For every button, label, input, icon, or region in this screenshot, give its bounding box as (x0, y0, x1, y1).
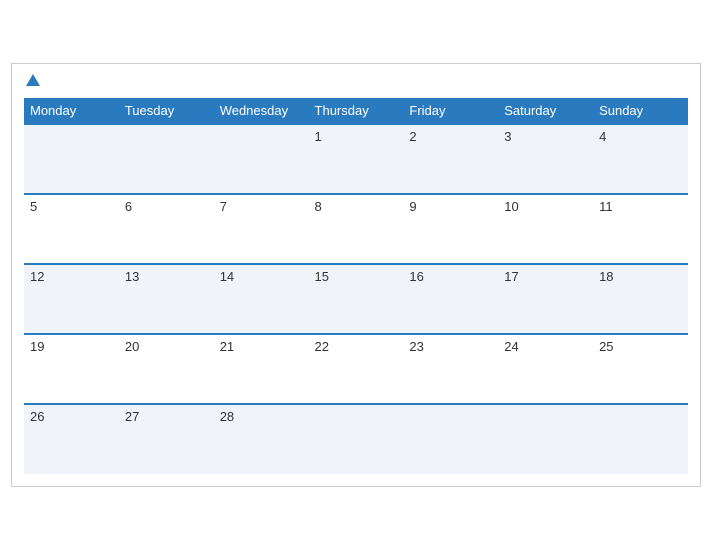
day-number: 2 (409, 129, 416, 144)
day-of-week-header: Thursday (309, 98, 404, 124)
calendar-day-cell (309, 404, 404, 474)
day-of-week-header: Wednesday (214, 98, 309, 124)
day-of-week-header: Saturday (498, 98, 593, 124)
calendar-day-cell: 19 (24, 334, 119, 404)
calendar-day-cell: 5 (24, 194, 119, 264)
calendar-header-row: MondayTuesdayWednesdayThursdayFridaySatu… (24, 98, 688, 124)
calendar-day-cell: 26 (24, 404, 119, 474)
calendar-day-cell: 23 (403, 334, 498, 404)
calendar-day-cell: 4 (593, 124, 688, 194)
calendar-day-cell: 12 (24, 264, 119, 334)
logo-general (24, 74, 40, 90)
day-number: 26 (30, 409, 44, 424)
day-number: 16 (409, 269, 423, 284)
day-number: 18 (599, 269, 613, 284)
day-of-week-header: Friday (403, 98, 498, 124)
day-number: 6 (125, 199, 132, 214)
logo-triangle-icon (26, 74, 40, 86)
day-number: 12 (30, 269, 44, 284)
day-number: 20 (125, 339, 139, 354)
calendar-week-row: 1 2 3 4 (24, 124, 688, 194)
calendar-day-cell: 15 (309, 264, 404, 334)
day-number: 25 (599, 339, 613, 354)
calendar-day-cell: 27 (119, 404, 214, 474)
calendar-day-cell: 18 (593, 264, 688, 334)
day-number: 3 (504, 129, 511, 144)
calendar-day-cell: 28 (214, 404, 309, 474)
day-number: 1 (315, 129, 322, 144)
calendar-week-row: 19 20 21 22 23 24 25 (24, 334, 688, 404)
day-number: 4 (599, 129, 606, 144)
calendar-day-cell (593, 404, 688, 474)
calendar-day-cell: 21 (214, 334, 309, 404)
calendar-week-row: 12 13 14 15 16 17 18 (24, 264, 688, 334)
calendar-day-cell (119, 124, 214, 194)
day-number: 24 (504, 339, 518, 354)
calendar-day-cell: 3 (498, 124, 593, 194)
calendar-day-cell (403, 404, 498, 474)
calendar-day-cell: 20 (119, 334, 214, 404)
calendar-day-cell (24, 124, 119, 194)
calendar-day-cell: 2 (403, 124, 498, 194)
day-number: 11 (599, 199, 613, 214)
calendar-day-cell: 14 (214, 264, 309, 334)
calendar-grid: MondayTuesdayWednesdayThursdayFridaySatu… (24, 98, 688, 474)
calendar-day-cell: 1 (309, 124, 404, 194)
calendar-container: MondayTuesdayWednesdayThursdayFridaySatu… (11, 63, 701, 487)
day-number: 13 (125, 269, 139, 284)
day-number: 8 (315, 199, 322, 214)
day-number: 28 (220, 409, 234, 424)
day-number: 22 (315, 339, 329, 354)
day-number: 27 (125, 409, 139, 424)
calendar-day-cell: 10 (498, 194, 593, 264)
day-of-week-header: Tuesday (119, 98, 214, 124)
calendar-day-cell: 13 (119, 264, 214, 334)
day-of-week-header: Monday (24, 98, 119, 124)
calendar-header (24, 74, 688, 90)
calendar-day-cell: 16 (403, 264, 498, 334)
day-number: 19 (30, 339, 44, 354)
day-of-week-header: Sunday (593, 98, 688, 124)
calendar-day-cell: 6 (119, 194, 214, 264)
day-number: 14 (220, 269, 234, 284)
calendar-day-cell: 22 (309, 334, 404, 404)
day-number: 5 (30, 199, 37, 214)
day-number: 10 (504, 199, 518, 214)
calendar-week-row: 26 27 28 (24, 404, 688, 474)
calendar-day-cell: 25 (593, 334, 688, 404)
calendar-week-row: 5 6 7 8 9 10 11 (24, 194, 688, 264)
calendar-day-cell: 17 (498, 264, 593, 334)
day-number: 7 (220, 199, 227, 214)
day-number: 17 (504, 269, 518, 284)
day-number: 9 (409, 199, 416, 214)
calendar-day-cell (214, 124, 309, 194)
calendar-day-cell: 8 (309, 194, 404, 264)
calendar-day-cell: 11 (593, 194, 688, 264)
calendar-day-cell (498, 404, 593, 474)
logo (24, 74, 40, 90)
day-number: 15 (315, 269, 329, 284)
day-number: 21 (220, 339, 234, 354)
calendar-day-cell: 7 (214, 194, 309, 264)
calendar-day-cell: 24 (498, 334, 593, 404)
calendar-body: 1234567891011121314151617181920212223242… (24, 124, 688, 474)
day-number: 23 (409, 339, 423, 354)
calendar-day-cell: 9 (403, 194, 498, 264)
